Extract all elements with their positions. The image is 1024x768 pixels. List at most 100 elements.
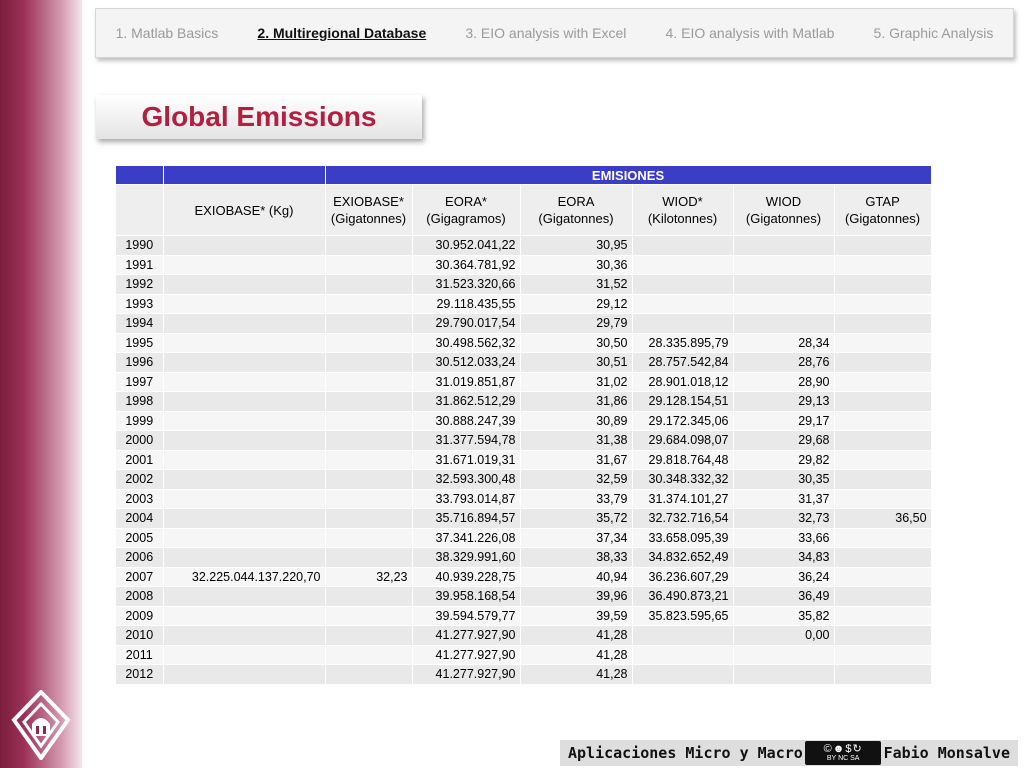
table-cell	[163, 625, 326, 646]
tab-matlab-basics[interactable]: 1. Matlab Basics	[116, 25, 219, 41]
table-row: 1994 29.790.017,54 29,79	[116, 313, 932, 334]
table-row: 2009 39.594.579,77 39,59 35.823.595,65 35,82	[116, 606, 932, 626]
table-body: 1990 30.952.041,22 30,95 1991 30.364.781,92 3…	[116, 235, 932, 685]
table-cell	[163, 255, 326, 275]
table-cell: 30.348.332,32	[632, 469, 734, 490]
year-cell: 2010	[116, 625, 164, 646]
column-header: EORA (Gigatonnes)	[520, 184, 633, 236]
table-cell	[834, 586, 932, 607]
year-cell: 2012	[116, 664, 164, 685]
table-cell: 29.684.098,07	[632, 430, 734, 451]
table-cell: 28,34	[733, 333, 835, 353]
table-cell	[733, 313, 835, 334]
table-cell: 41.277.927,90	[412, 645, 521, 665]
table-cell: 32.593.300,48	[412, 469, 521, 490]
table-cell	[163, 664, 326, 685]
table-cell	[163, 586, 326, 607]
year-cell: 2011	[116, 645, 164, 665]
table-cell	[163, 294, 326, 314]
year-cell: 2001	[116, 450, 164, 470]
table-cell: 31,67	[520, 450, 633, 470]
table-cell	[163, 528, 326, 548]
table-cell	[163, 508, 326, 529]
table-cell	[834, 274, 932, 295]
header-year-cell	[116, 184, 164, 236]
tab-eio-matlab[interactable]: 4. EIO analysis with Matlab	[666, 25, 835, 41]
table-row: 2010 41.277.927,90 41,28 0,00	[116, 625, 932, 646]
column-header: EXIOBASE* (Kg)	[163, 184, 326, 236]
table-cell: 28,76	[733, 352, 835, 373]
table-cell	[163, 313, 326, 334]
year-cell: 1991	[116, 255, 164, 275]
table-cell: 31,38	[520, 430, 633, 451]
table-cell	[834, 645, 932, 665]
table-cell	[733, 274, 835, 295]
table-cell: 29,12	[520, 294, 633, 314]
table-cell: 41,28	[520, 645, 633, 665]
table-cell	[834, 333, 932, 353]
table-cell	[325, 235, 413, 256]
table-row: 2005 37.341.226,08 37,34 33.658.095,39 33,66	[116, 528, 932, 548]
table-cell: 34,83	[733, 547, 835, 568]
table-cell: 30.498.562,32	[412, 333, 521, 353]
table-row: 2012 41.277.927,90 41,28	[116, 664, 932, 685]
table-cell: 31.374.101,27	[632, 489, 734, 509]
year-cell: 2002	[116, 469, 164, 490]
table-cell: 36.490.873,21	[632, 586, 734, 607]
year-cell: 1992	[116, 274, 164, 295]
tab-multiregional-database[interactable]: 2. Multiregional Database	[257, 25, 426, 41]
table-cell	[834, 411, 932, 431]
footer-bar: Aplicaciones Micro y Macro ©☻$↻ BY NC SA…	[560, 740, 1018, 766]
table-cell: 38.329.991,60	[412, 547, 521, 568]
table-cell	[163, 333, 326, 353]
table-cell: 29,13	[733, 391, 835, 412]
tab-eio-excel[interactable]: 3. EIO analysis with Excel	[465, 25, 626, 41]
year-cell: 1995	[116, 333, 164, 353]
table-cell	[733, 664, 835, 685]
table-cell: 33,79	[520, 489, 633, 509]
table-cell: 28.335.895,79	[632, 333, 734, 353]
table-row: 2000 31.377.594,78 31,38 29.684.098,07 29,68	[116, 430, 932, 451]
table-cell	[632, 313, 734, 334]
table-cell: 35,82	[733, 606, 835, 626]
table-row: 2004 35.716.894,57 35,72 32.732.716,54 32,73…	[116, 508, 932, 529]
table-cell	[632, 645, 734, 665]
table-cell	[163, 489, 326, 509]
table-row: 1995 30.498.562,32 30,50 28.335.895,79 28,34	[116, 333, 932, 353]
year-cell: 2006	[116, 547, 164, 568]
table-cell: 30,35	[733, 469, 835, 490]
table-cell: 41.277.927,90	[412, 664, 521, 685]
table-cell: 41.277.927,90	[412, 625, 521, 646]
table-row: 2002 32.593.300,48 32,59 30.348.332,32 30,35	[116, 469, 932, 490]
table-cell	[163, 235, 326, 256]
year-cell: 1994	[116, 313, 164, 334]
table-cell	[163, 606, 326, 626]
table-row: 2008 39.958.168,54 39,96 36.490.873,21 36,49	[116, 586, 932, 607]
year-cell: 1990	[116, 235, 164, 256]
table-cell: 37.341.226,08	[412, 528, 521, 548]
table-cell: 31.019.851,87	[412, 372, 521, 392]
table-cell	[325, 294, 413, 314]
table-cell: 31,37	[733, 489, 835, 509]
table-cell: 29.128.154,51	[632, 391, 734, 412]
table-cell: 32,23	[325, 567, 413, 587]
table-cell: 30,95	[520, 235, 633, 256]
table-cell	[163, 411, 326, 431]
table-cell	[325, 547, 413, 568]
table-cell: 31.862.512,29	[412, 391, 521, 412]
tab-graphic-analysis[interactable]: 5. Graphic Analysis	[874, 25, 994, 41]
table-cell: 36.236.607,29	[632, 567, 734, 587]
table-cell: 29,79	[520, 313, 633, 334]
table-cell: 29.172.345,06	[632, 411, 734, 431]
table-cell	[325, 625, 413, 646]
table-cell	[325, 586, 413, 607]
table-cell	[325, 391, 413, 412]
table-cell	[163, 372, 326, 392]
table-cell	[325, 411, 413, 431]
header-blank-cell	[163, 166, 326, 185]
table-cell	[733, 255, 835, 275]
emissions-table: EMISIONES EXIOBASE* (Kg) EXIOBASE* (Giga…	[116, 166, 932, 685]
table-cell	[834, 235, 932, 256]
table-cell: 30,36	[520, 255, 633, 275]
table-cell	[163, 430, 326, 451]
